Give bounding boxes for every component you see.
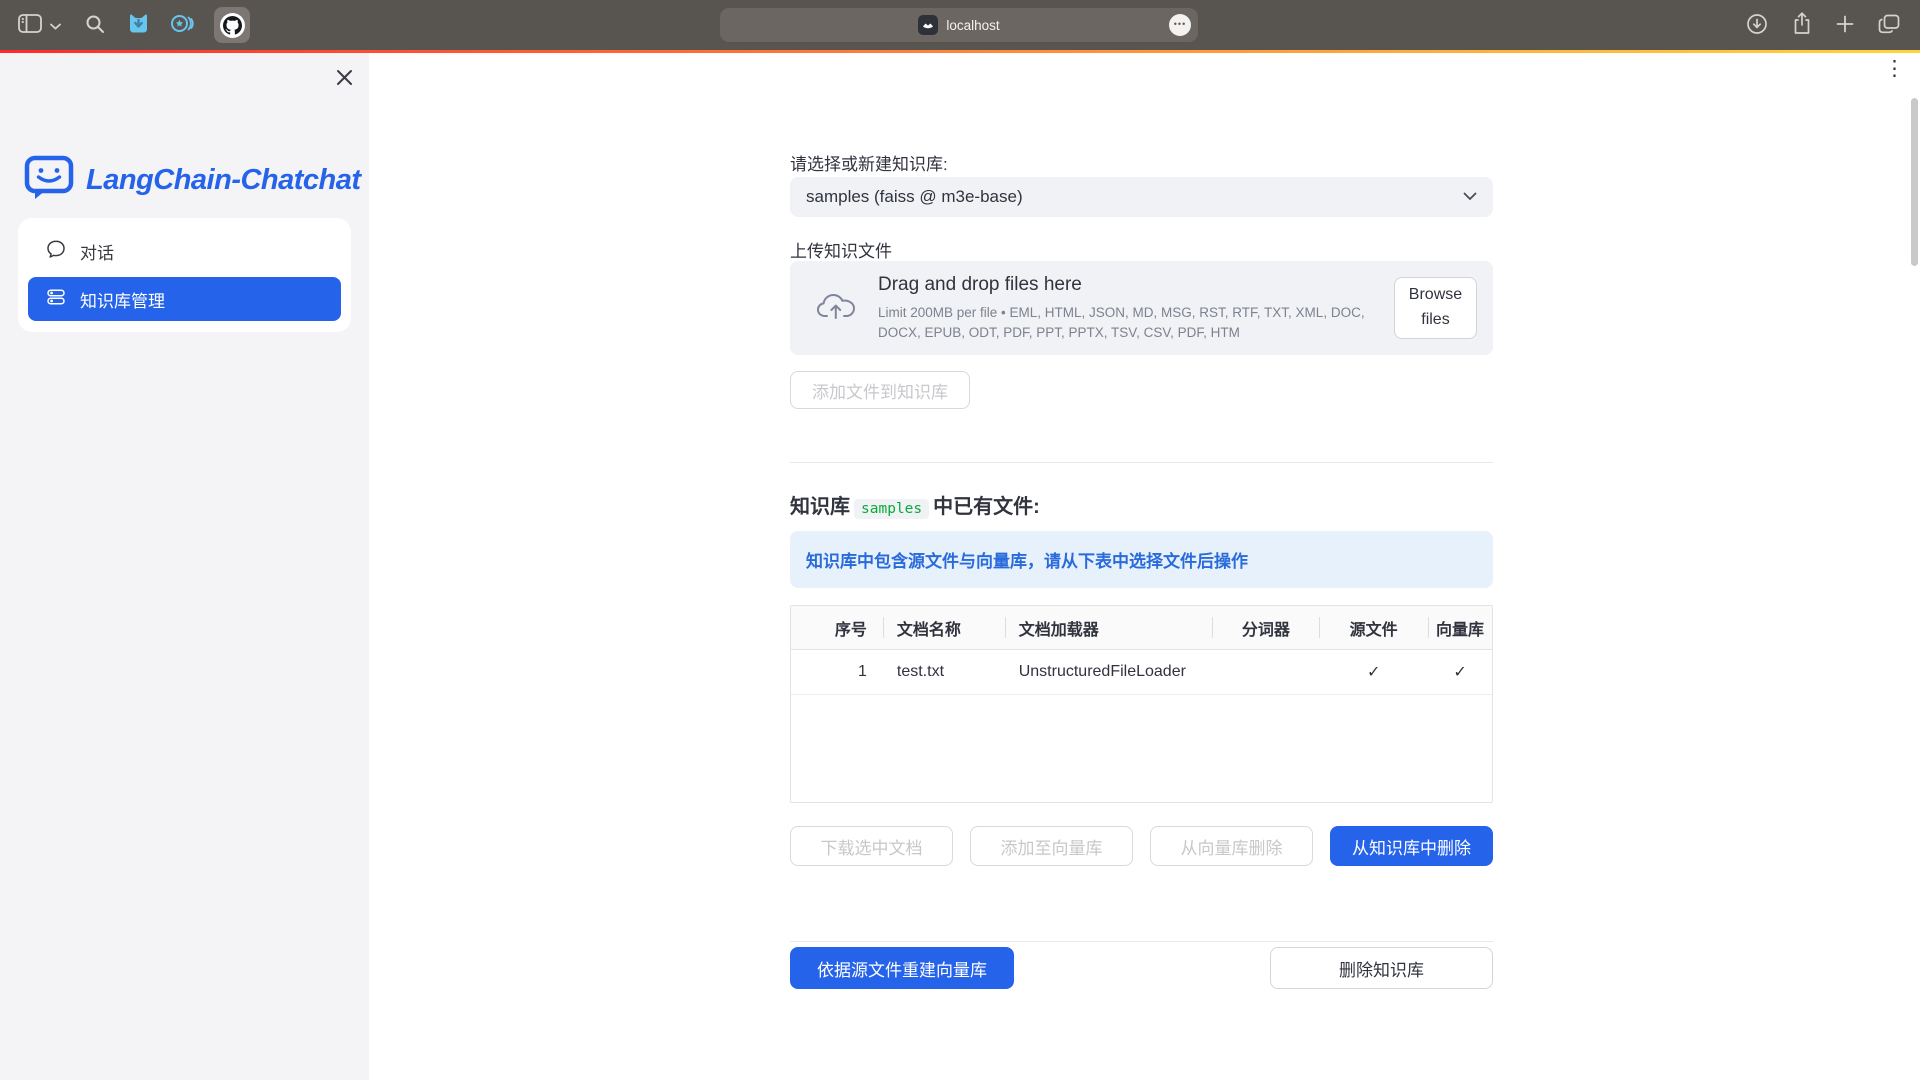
tab-overview-icon <box>1878 14 1900 37</box>
heading-suffix: 中已有文件: <box>933 496 1040 518</box>
files-table: 序号 文档名称 文档加载器 分词器 源文件 向量库 1 test.txt Uns… <box>790 605 1493 803</box>
sidebar-close-button[interactable] <box>336 69 353 89</box>
col-header-splitter: 分词器 <box>1212 606 1319 649</box>
github-extension-button[interactable] <box>214 7 250 43</box>
app-menu-button[interactable]: ⋮ <box>1884 58 1905 79</box>
download-selected-button[interactable]: 下载选中文档 <box>790 826 953 866</box>
heading-prefix: 知识库 <box>790 496 850 518</box>
cell-doc-loader: UnstructuredFileLoader <box>1005 650 1213 694</box>
dropzone-hint: Limit 200MB per file • EML, HTML, JSON, … <box>878 303 1394 342</box>
dropzone-text: Drag and drop files here Limit 200MB per… <box>878 274 1394 342</box>
kb-select-label: 请选择或新建知识库: <box>790 150 948 175</box>
kb-select[interactable]: samples (faiss @ m3e-base) <box>790 177 1493 217</box>
existing-files-heading: 知识库samples中已有文件: <box>790 490 1040 519</box>
add-files-to-kb-button[interactable]: 添加文件到知识库 <box>790 371 970 409</box>
main-content: 请选择或新建知识库: samples (faiss @ m3e-base) 上传… <box>790 0 1493 1080</box>
info-banner: 知识库中包含源文件与向量库，请从下表中选择文件后操作 <box>790 531 1493 588</box>
download-icon <box>1746 13 1768 38</box>
rebuild-vector-store-button[interactable]: 依据源文件重建向量库 <box>790 947 1014 989</box>
file-dropzone[interactable]: Drag and drop files here Limit 200MB per… <box>790 261 1493 355</box>
add-to-vector-store-button[interactable]: 添加至向量库 <box>970 826 1133 866</box>
sidebar-toggle-button[interactable] <box>18 14 42 36</box>
scrollbar-thumb[interactable] <box>1911 98 1918 266</box>
kb-action-buttons: 依据源文件重建向量库 删除知识库 <box>790 947 1493 989</box>
col-header-vector-store: 向量库 <box>1428 606 1492 649</box>
cat-extension-icon <box>127 12 150 38</box>
chatchat-logo-icon <box>24 155 74 206</box>
col-header-source-file: 源文件 <box>1319 606 1428 649</box>
rings-extension-button[interactable] <box>170 12 194 38</box>
col-header-doc-name: 文档名称 <box>883 606 1005 649</box>
cloud-upload-icon <box>816 291 856 326</box>
chat-bubble-icon <box>46 239 66 264</box>
sidebar-item-label: 对话 <box>80 239 114 264</box>
upload-label: 上传知识文件 <box>790 237 892 262</box>
app-logo: LangChain-Chatchat <box>24 155 361 206</box>
dropzone-title: Drag and drop files here <box>878 274 1394 296</box>
cell-vector-store-check: ✓ <box>1428 650 1492 694</box>
share-icon <box>1792 12 1812 38</box>
tab-overview-button[interactable] <box>1878 14 1900 37</box>
sidebar-item-dialogue[interactable]: 对话 <box>28 229 341 273</box>
search-button[interactable] <box>85 14 105 37</box>
github-icon <box>220 13 245 38</box>
info-banner-text: 知识库中包含源文件与向量库，请从下表中选择文件后操作 <box>806 547 1248 572</box>
kb-name-code: samples <box>854 499 929 519</box>
chevron-down-icon <box>50 18 61 33</box>
search-icon <box>85 14 105 37</box>
divider <box>790 462 1493 463</box>
rings-extension-icon <box>170 12 194 38</box>
table-header-row: 序号 文档名称 文档加载器 分词器 源文件 向量库 <box>791 606 1492 650</box>
new-tab-button[interactable] <box>1836 15 1854 36</box>
downloads-button[interactable] <box>1746 13 1768 38</box>
close-icon <box>336 74 353 89</box>
col-header-index: 序号 <box>791 606 883 649</box>
sidebar-toggle-chevron-button[interactable] <box>50 18 61 33</box>
col-header-doc-loader: 文档加载器 <box>1005 606 1213 649</box>
sidebar-item-knowledge-base[interactable]: 知识库管理 <box>28 277 341 321</box>
chevron-down-icon <box>1463 188 1477 206</box>
file-action-buttons: 下载选中文档 添加至向量库 从向量库删除 从知识库中删除 <box>790 826 1493 866</box>
database-icon <box>46 287 66 312</box>
plus-icon <box>1836 15 1854 36</box>
share-button[interactable] <box>1792 12 1812 38</box>
delete-from-vector-store-button[interactable]: 从向量库删除 <box>1150 826 1313 866</box>
cell-source-file-check: ✓ <box>1319 650 1428 694</box>
cell-index: 1 <box>791 650 883 694</box>
divider <box>790 941 1493 942</box>
delete-kb-button[interactable]: 删除知识库 <box>1270 947 1493 989</box>
delete-from-kb-button[interactable]: 从知识库中删除 <box>1330 826 1493 866</box>
cat-extension-button[interactable] <box>127 12 150 38</box>
browse-files-button[interactable]: Browse files <box>1394 277 1477 339</box>
github-extension-highlight <box>214 7 250 43</box>
kebab-icon: ⋮ <box>1884 57 1905 80</box>
sidebar-menu: 对话 知识库管理 <box>18 218 351 332</box>
sidebar-toggle-icon <box>18 14 42 36</box>
kb-select-value: samples (faiss @ m3e-base) <box>806 187 1463 207</box>
table-row[interactable]: 1 test.txt UnstructuredFileLoader ✓ ✓ <box>791 650 1492 695</box>
app-logo-text: LangChain-Chatchat <box>86 164 361 197</box>
sidebar: LangChain-Chatchat 对话 知识库管理 <box>0 53 369 1080</box>
sidebar-item-label: 知识库管理 <box>80 287 165 312</box>
cell-doc-name: test.txt <box>883 650 1005 694</box>
cell-splitter <box>1212 650 1319 694</box>
